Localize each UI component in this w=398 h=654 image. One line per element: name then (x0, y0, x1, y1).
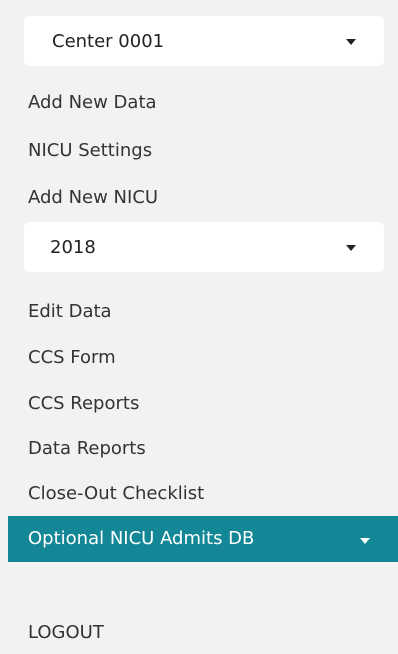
chevron-down-icon (346, 39, 356, 45)
nav-item-optional-nicu-admits-db[interactable]: Optional NICU Admits DB (8, 516, 398, 562)
chevron-down-icon (360, 538, 370, 544)
sidebar: Center 0001 Add New Data NICU Settings A… (0, 0, 398, 654)
year-select-value: 2018 (50, 236, 96, 258)
nav-item-optional-nicu-admits-db-label: Optional NICU Admits DB (28, 528, 255, 549)
center-select[interactable]: Center 0001 (24, 16, 384, 66)
nav-item-ccs-form[interactable]: CCS Form (28, 346, 116, 370)
year-select[interactable]: 2018 (24, 222, 384, 272)
nav-item-add-new-data[interactable]: Add New Data (28, 91, 157, 115)
nav-item-add-new-nicu[interactable]: Add New NICU (28, 186, 158, 210)
logout-link[interactable]: LOGOUT (28, 621, 104, 645)
nav-item-nicu-settings[interactable]: NICU Settings (28, 139, 152, 163)
nav-item-close-out-checklist[interactable]: Close-Out Checklist (28, 482, 204, 506)
chevron-down-icon (346, 245, 356, 251)
nav-item-data-reports[interactable]: Data Reports (28, 437, 146, 461)
nav-item-edit-data[interactable]: Edit Data (28, 300, 112, 324)
nav-item-ccs-reports[interactable]: CCS Reports (28, 392, 139, 416)
center-select-value: Center 0001 (52, 30, 165, 52)
